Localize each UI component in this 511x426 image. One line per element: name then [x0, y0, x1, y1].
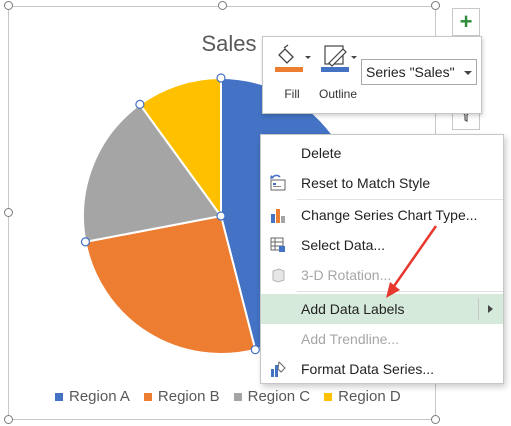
menu-item-label: 3-D Rotation...	[301, 267, 392, 283]
reset-style-icon	[270, 174, 286, 191]
menu-item-label: Change Series Chart Type...	[301, 207, 478, 223]
menu-item-reset-to-match-style[interactable]: Reset to Match Style	[261, 168, 503, 198]
series-select-value: Series "Sales"	[366, 64, 455, 80]
series-selection-handle[interactable]	[216, 73, 226, 83]
menu-item-label: Select Data...	[301, 237, 386, 253]
outline-label: Outline	[318, 87, 358, 101]
menu-item-delete[interactable]: Delete	[261, 138, 503, 168]
menu-item-3d-rotation: 3-D Rotation...	[261, 260, 503, 290]
resize-handle-top[interactable]	[218, 1, 227, 10]
cube-icon	[272, 268, 285, 283]
mini-toolbar: Fill Outline Series "Sales"	[262, 36, 482, 114]
menu-item-add-data-labels[interactable]: Add Data Labels	[261, 294, 503, 324]
menu-item-label: Delete	[301, 145, 342, 161]
plus-icon: +	[459, 9, 473, 34]
table-data-icon	[270, 237, 285, 252]
series-select[interactable]: Series "Sales"	[361, 59, 477, 85]
context-menu: Delete Reset to Match Style Change Serie…	[260, 134, 504, 384]
resize-handle-left[interactable]	[4, 208, 13, 217]
menu-separator	[297, 291, 503, 292]
chevron-down-icon	[464, 71, 472, 75]
chart-elements-button[interactable]: +	[452, 8, 480, 36]
resize-handle-top-left[interactable]	[4, 1, 13, 10]
outline-button[interactable]: Outline	[315, 43, 361, 101]
series-selection-handle[interactable]	[135, 99, 145, 109]
menu-item-select-data[interactable]: Select Data...	[261, 230, 503, 260]
menu-item-label: Format Data Series...	[301, 361, 435, 377]
resize-handle-top-right[interactable]	[431, 1, 440, 10]
menu-item-format-data-series[interactable]: Format Data Series...	[261, 354, 503, 384]
series-selection-handle[interactable]	[80, 237, 91, 247]
menu-item-label: Add Trendline...	[301, 331, 400, 347]
bar-chart-icon	[271, 209, 285, 223]
format-series-icon	[271, 360, 286, 377]
menu-item-label: Reset to Match Style	[301, 175, 431, 191]
pen-outline-icon	[321, 45, 357, 72]
menu-item-change-series-chart-type[interactable]: Change Series Chart Type...	[261, 200, 503, 230]
fill-button[interactable]: Fill	[269, 43, 315, 101]
submenu-divider	[478, 298, 479, 320]
paint-bucket-icon	[275, 44, 311, 72]
fill-label: Fill	[284, 87, 300, 101]
series-selection-handle[interactable]	[216, 211, 226, 221]
resize-handle-bottom-right[interactable]	[431, 415, 440, 424]
series-selection-handle[interactable]	[250, 345, 260, 355]
menu-item-add-trendline: Add Trendline...	[261, 324, 503, 354]
menu-item-label: Add Data Labels	[301, 301, 405, 317]
chevron-right-icon[interactable]	[488, 305, 493, 313]
resize-handle-bottom-left[interactable]	[4, 415, 13, 424]
